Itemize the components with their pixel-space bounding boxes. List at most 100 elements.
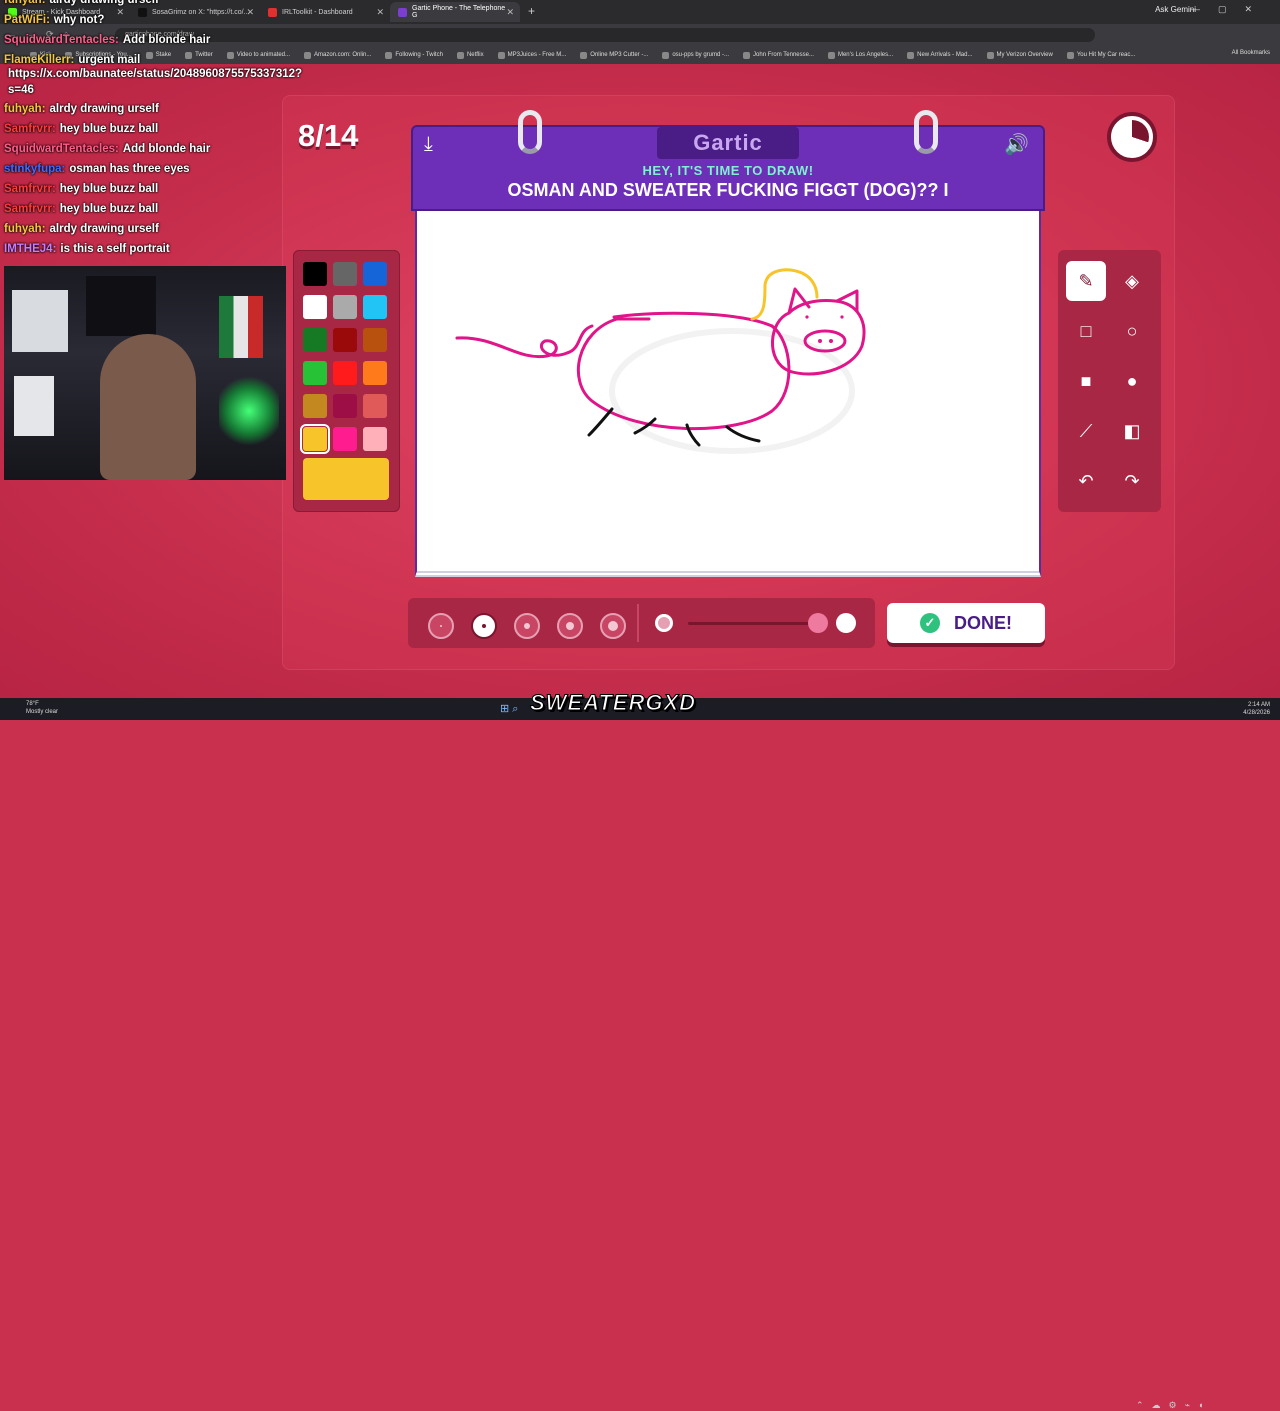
color-swatch[interactable] [363,328,387,352]
chat-message: fuhyah: alrdy drawing urself [4,0,159,6]
circle-outline-icon[interactable]: ○ [1112,311,1152,351]
ask-gemini-button[interactable]: Ask Gemini [1155,5,1196,14]
chat-text: alrdy drawing urself [49,103,159,115]
brush-size-button[interactable] [514,613,540,639]
webcam-feed [4,266,286,480]
chat-message: https://x.com/baunatee/status/2048960875… [4,68,302,80]
color-swatch[interactable] [333,427,357,451]
chat-message: FlameKillerr: urgent mail [4,54,140,66]
ring-right [914,110,938,154]
color-swatch[interactable] [303,262,327,286]
bookmark-item[interactable]: My Verizon Overview [986,51,1053,59]
timer-icon [1107,112,1157,162]
bookmark-item[interactable]: Online MP3 Cutter -... [580,51,648,59]
chat-username: FlameKillerr: [4,54,75,66]
chat-message: Samfrvrr: hey blue buzz ball [4,123,158,135]
chat-text: hey blue buzz ball [59,183,159,195]
chat-message: fuhyah: alrdy drawing urself [4,103,159,115]
circle-fill-icon[interactable]: ● [1112,361,1152,401]
divider [637,604,639,642]
new-tab-button[interactable]: + [528,4,535,18]
opacity-slider-handle[interactable] [808,613,828,633]
chat-text: https://x.com/baunatee/status/2048960875… [8,68,303,80]
color-swatch[interactable] [363,262,387,286]
line-icon[interactable]: ⟋ [1066,411,1106,451]
redo-icon[interactable]: ↷ [1112,461,1152,501]
chat-username: Samfrvrr: [4,123,56,135]
sound-icon[interactable]: 🔊 [1004,132,1029,157]
color-swatch[interactable] [300,424,330,454]
drawing [455,268,866,454]
square-outline-icon[interactable]: □ [1066,311,1106,351]
chat-username: fuhyah: [4,223,46,235]
brush-size-button[interactable] [600,613,626,639]
square-fill-icon[interactable]: ■ [1066,361,1106,401]
color-swatch[interactable] [363,361,387,385]
bucket-icon[interactable]: ◧ [1112,411,1152,451]
chat-text: hey blue buzz ball [59,123,159,135]
chat-username: fuhyah: [4,0,46,6]
system-tray[interactable]: ⌃☁⚙⌁◖ [1136,1400,1211,1411]
color-swatch[interactable] [303,295,327,319]
chat-username: SquidwardTentacles: [4,143,119,155]
streamer-person [100,334,196,480]
taskbar-icons[interactable]: ⊞ ⌕ [500,702,518,716]
chat-text: s=46 [8,84,34,96]
clock[interactable]: 2:14 AM 4/28/2026 [1243,701,1270,717]
color-swatch[interactable] [333,262,357,286]
tab-gartic[interactable]: Gartic Phone - The Telephone G ✕ [390,2,520,22]
bookmark-item[interactable]: John From Tennesse... [743,51,814,59]
wall-jersey [12,290,68,352]
undo-icon[interactable]: ↶ [1066,461,1106,501]
green-light [219,376,279,446]
color-swatch[interactable] [363,394,387,418]
pencil-icon[interactable]: ✎ [1066,261,1106,301]
current-color [303,458,389,500]
chat-username: PatWiFi: [4,14,50,26]
color-palette [293,250,400,512]
chat-text: urgent mail [78,54,141,66]
bookmark-icon [662,51,670,59]
color-swatch[interactable] [303,328,327,352]
color-swatch[interactable] [303,394,327,418]
color-swatch[interactable] [333,361,357,385]
chat-username: Samfrvrr: [4,183,56,195]
bookmark-item[interactable]: New Arrivals - Mad... [907,51,973,59]
color-swatch[interactable] [363,295,387,319]
window-controls[interactable]: —▢✕ [1191,4,1270,15]
done-button[interactable]: ✓ DONE! [887,603,1045,643]
drawing-canvas[interactable] [415,211,1041,577]
opacity-slider[interactable] [688,622,828,625]
download-icon[interactable]: ⤓ [424,133,433,156]
close-icon[interactable]: ✕ [506,7,514,18]
chat-text: hey blue buzz ball [59,203,159,215]
brush-size-button[interactable] [471,613,497,639]
bookmark-item[interactable]: MP3Juices - Free M... [497,51,566,59]
chat-overlay: fuhyah: alrdy drawing urself PatWiFi: why n… [0,0,380,260]
color-swatch[interactable] [333,394,357,418]
chat-text: osman has three eyes [69,163,190,175]
chat-text: Add blonde hair [122,143,211,155]
bookmark-item[interactable]: Following - Twitch [385,51,443,59]
bookmark-icon [385,51,393,59]
brush-size-button[interactable] [428,613,454,639]
chat-message: fuhyah: alrdy drawing urself [4,223,159,235]
brush-size-button[interactable] [557,613,583,639]
color-swatch[interactable] [303,361,327,385]
bookmark-item[interactable]: Netflix [456,51,484,59]
chat-message: stinkyfupa: osman has three eyes [4,163,190,175]
bookmark-item[interactable]: Men's Los Angeles... [827,51,893,59]
color-swatch[interactable] [363,427,387,451]
wall-jersey [14,376,54,436]
bookmark-item[interactable]: You Hit My Car reac... [1066,51,1135,59]
opacity-max-icon [836,613,856,633]
bookmark-icon [743,51,751,59]
chat-text: is this a self portrait [60,243,170,255]
color-swatch[interactable] [333,295,357,319]
all-bookmarks[interactable]: All Bookmarks [1232,50,1270,56]
bookmark-icon [497,51,505,59]
eraser-icon[interactable]: ◈ [1112,261,1152,301]
color-swatch[interactable] [333,328,357,352]
bookmark-item[interactable]: osu-pps by grumd -... [662,51,729,59]
weather-widget[interactable]: 78°F Mostly clear [26,700,58,716]
